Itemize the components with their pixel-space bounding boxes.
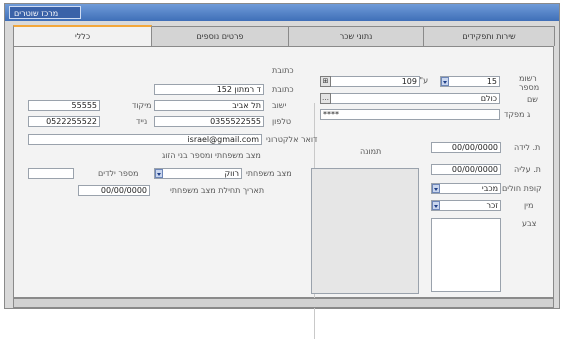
birth-date-field[interactable]: 00/00/0000 [431,142,501,153]
gender-select[interactable]: זכר [431,200,501,211]
password-field[interactable]: **** [320,109,500,120]
photo-box[interactable] [311,168,419,294]
tab-more-details[interactable]: פרטים נוספים [151,26,289,46]
birth-date-label: ת. לידה [514,143,541,152]
chevron-down-icon[interactable] [432,184,440,193]
record-label: רשומ [519,74,537,83]
health-fund-label: קופת חולים [502,184,542,193]
address-field[interactable]: ד רמתון 152 [154,84,264,95]
family-section-label: מצב משפחתי ומספר בני הזוג [162,151,261,160]
zip-field[interactable]: 55555 [28,100,100,111]
tab-salary[interactable]: נתוני שכר [288,26,424,46]
color-list[interactable] [431,218,501,292]
color-label: צבע [522,219,537,228]
city-label: ישוב [272,101,287,110]
phone-label: טלפון [272,117,292,126]
chevron-down-icon[interactable] [441,77,449,86]
zip-label: מיקוד [132,101,152,110]
marital-date-label: תאריך תחילת מצב משפחתי [170,186,265,195]
chevron-down-icon[interactable] [155,169,163,178]
tab-general[interactable]: כללי [13,25,152,47]
status-bar [13,298,554,308]
id-field[interactable]: 15 [440,76,500,87]
lookup-button[interactable]: ⊞ [320,76,331,87]
title-bar: מרכז שוטרים [5,4,559,21]
email-field[interactable]: israel@gmail.com [28,134,262,145]
city-field[interactable]: תל אביב [154,100,264,111]
name-field[interactable]: כולם [320,93,500,104]
address-label: כתובת [272,85,294,94]
photo-label: תמונה [360,147,382,156]
general-panel: רשומ מספר 15 ע"מ 109 ⊞ שם כולם … ג מפקד … [13,46,554,339]
rank-field[interactable]: 109 [320,76,420,87]
chevron-down-icon[interactable] [432,201,440,210]
main-window: מרכז שוטרים שירות ותפקידים נתוני שכר פרט… [4,3,560,339]
health-fund-select[interactable]: מכבי [431,183,501,194]
marital-date-field[interactable]: 00/00/0000 [78,185,150,196]
aliyah-date-field[interactable]: 00/00/0000 [431,164,501,175]
marital-status-label: מצב משפחתי [246,169,292,178]
address-section-label: כתובת [272,66,294,75]
tab-service[interactable]: שירות ותפקידים [423,26,555,46]
phone-field[interactable]: 0355522555 [154,116,264,127]
gender-label: מין [524,201,534,210]
marital-status-select[interactable]: רווק [154,168,242,179]
children-label: מספר ילדים [98,169,139,178]
name-label: שם [527,95,538,104]
password-label: ג מפקד [504,110,531,119]
window-title: מרכז שוטרים [9,6,81,19]
children-field[interactable] [28,168,74,179]
mobile-field[interactable]: 0522255522 [28,116,100,127]
name-picker-button[interactable]: … [320,93,331,104]
mobile-label: נייד [136,117,148,126]
id-label: מספר [519,83,540,92]
email-label: דואר אלקטרוני [266,135,318,144]
aliyah-date-label: ת. עליה [514,165,541,174]
